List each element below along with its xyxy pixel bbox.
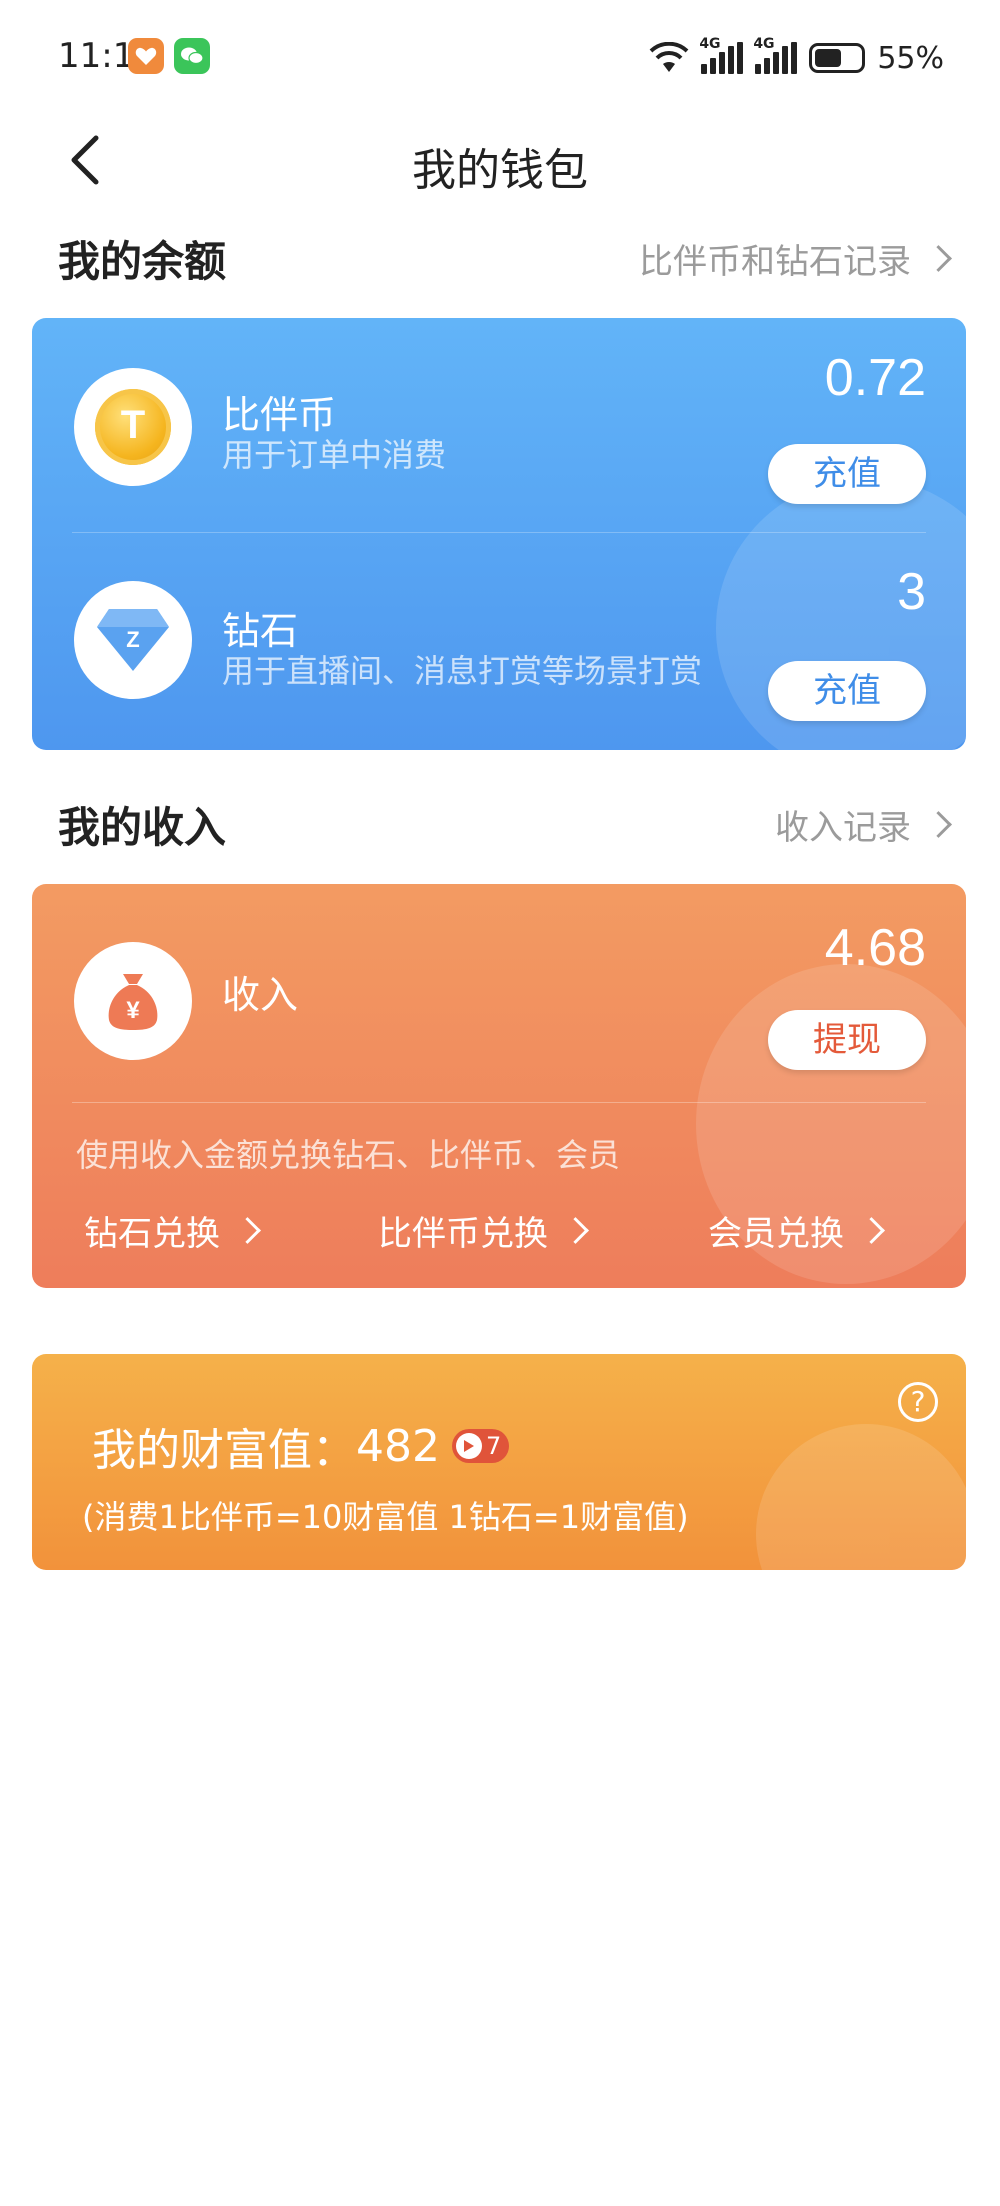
- balance-divider: [72, 532, 926, 533]
- chevron-right-icon: [925, 811, 952, 838]
- wealth-rank-value: 7: [485, 1432, 502, 1460]
- svg-text:Z: Z: [126, 627, 139, 652]
- chevron-right-icon: [562, 1217, 589, 1244]
- coin-icon: T: [95, 389, 171, 465]
- wealth-rank-badge: 7: [451, 1429, 510, 1463]
- status-indicators: 4G 4G 55%: [649, 36, 944, 78]
- rank-icon: [455, 1433, 482, 1459]
- diamond-desc: 用于直播间、消息打赏等场景打赏: [222, 652, 703, 690]
- wealth-card: 我的财富值： 482 7 (消费1比伴币=10财富值 1钻石=1财富值) ?: [32, 1354, 966, 1570]
- chevron-right-icon: [234, 1217, 261, 1244]
- vip-exchange-link[interactable]: 会员兑换: [708, 1206, 885, 1255]
- coin-exchange-link[interactable]: 比伴币兑换: [378, 1206, 589, 1255]
- battery-icon: [809, 43, 866, 73]
- income-card: ¥ 收入 4.68 提现 使用收入金额兑换钻石、比伴币、会员 钻石兑换 比伴币兑…: [32, 884, 966, 1288]
- balance-records-label: 比伴币和钻石记录: [639, 242, 911, 282]
- moneybag-icon-circle: ¥: [74, 942, 192, 1060]
- app-notification-icon: [128, 38, 164, 74]
- balance-section-title: 我的余额: [58, 237, 227, 286]
- diamond-exchange-label: 钻石兑换: [84, 1214, 220, 1254]
- income-label: 收入: [222, 973, 299, 1017]
- diamond-balance-row: Z 钻石 用于直播间、消息打赏等场景打赏 3 充值: [32, 534, 966, 749]
- income-records-label: 收入记录: [775, 808, 911, 848]
- coin-recharge-button[interactable]: 充值: [768, 444, 926, 504]
- income-records-link[interactable]: 收入记录: [775, 800, 952, 849]
- page-title: 我的钱包: [412, 145, 588, 196]
- balance-section-header: 我的余额 比伴币和钻石记录: [58, 222, 952, 286]
- coin-balance-row: T 比伴币 用于订单中消费 0.72 充值: [32, 318, 966, 533]
- network-type-label-2: 4G: [753, 36, 775, 52]
- chevron-right-icon: [858, 1217, 885, 1244]
- wealth-title: 我的财富值： 482 7: [92, 1414, 510, 1478]
- wealth-note: (消费1比伴币=10财富值 1钻石=1财富值): [82, 1498, 689, 1536]
- balance-records-link[interactable]: 比伴币和钻石记录: [639, 234, 952, 283]
- balance-card: T 比伴币 用于订单中消费 0.72 充值 Z 钻石 用于直播间、消息打赏等场景…: [32, 318, 966, 750]
- help-icon[interactable]: ?: [898, 1382, 938, 1422]
- money-bag-icon: ¥: [108, 974, 158, 1030]
- income-section-header: 我的收入 收入记录: [58, 788, 952, 852]
- signal-icon-2: 4G: [753, 36, 798, 74]
- vip-exchange-label: 会员兑换: [708, 1214, 844, 1254]
- diamond-exchange-link[interactable]: 钻石兑换: [84, 1206, 261, 1255]
- svg-text:¥: ¥: [126, 997, 140, 1024]
- diamond-icon: Z: [97, 609, 169, 671]
- income-divider: [72, 1102, 926, 1103]
- signal-icon: 4G: [699, 36, 744, 74]
- coin-amount: 0.72: [824, 349, 926, 407]
- coin-desc: 用于订单中消费: [222, 436, 447, 474]
- wealth-title-label: 我的财富值：: [92, 1425, 356, 1476]
- diamond-icon-circle: Z: [74, 581, 192, 699]
- status-bar: 11:15 4G 4G 55%: [0, 0, 1000, 110]
- card-watermark-icon: [756, 1424, 966, 1570]
- wifi-icon: [649, 42, 689, 72]
- income-section-title: 我的收入: [58, 803, 227, 852]
- wealth-value: 482: [356, 1420, 440, 1472]
- network-type-label: 4G: [699, 36, 721, 52]
- income-amount: 4.68: [824, 919, 926, 977]
- withdraw-button[interactable]: 提现: [768, 1010, 926, 1070]
- wechat-icon: [174, 38, 210, 74]
- income-hint: 使用收入金额兑换钻石、比伴币、会员: [76, 1136, 621, 1174]
- coin-icon-circle: T: [74, 368, 192, 486]
- diamond-recharge-button[interactable]: 充值: [768, 661, 926, 721]
- nav-bar: 我的钱包: [0, 110, 1000, 210]
- diamond-amount: 3: [897, 563, 926, 621]
- battery-percent: 55%: [877, 40, 944, 76]
- coin-exchange-label: 比伴币兑换: [378, 1214, 548, 1254]
- chevron-right-icon: [925, 245, 952, 272]
